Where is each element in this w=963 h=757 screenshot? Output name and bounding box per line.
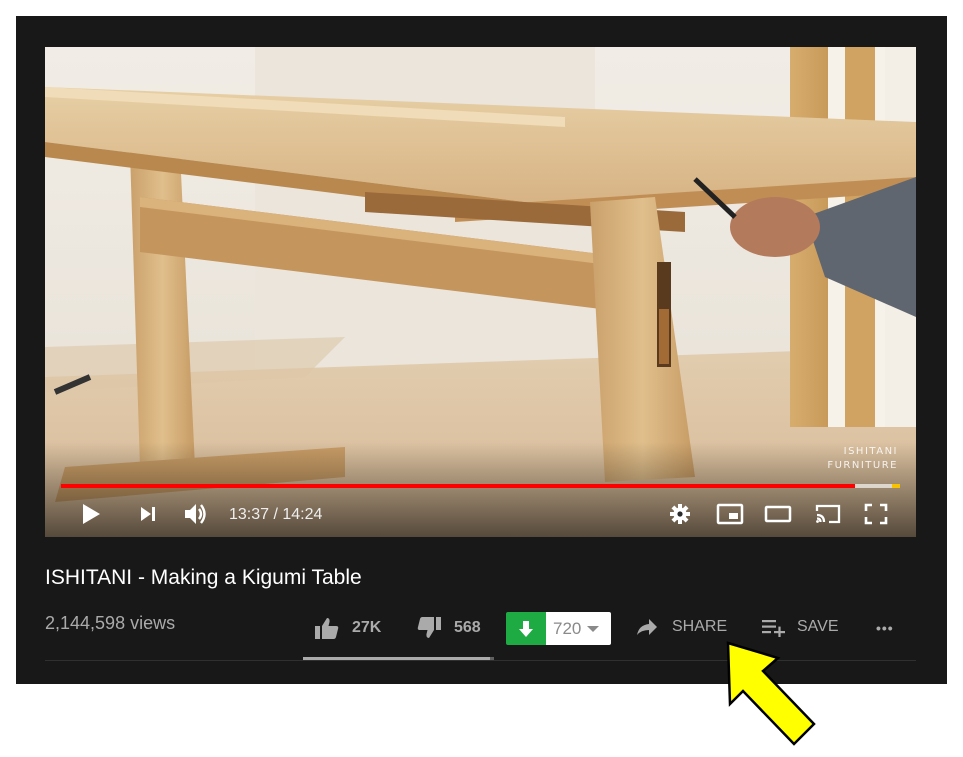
download-arrow-icon	[519, 620, 533, 637]
view-count: 2,144,598 views	[45, 613, 176, 633]
miniplayer-button[interactable]	[715, 499, 745, 529]
more-actions-button[interactable]: •••	[876, 620, 894, 636]
fullscreen-button[interactable]	[861, 499, 891, 529]
more-dots-icon: •••	[876, 620, 894, 636]
progress-bar[interactable]	[61, 484, 900, 488]
cast-button[interactable]	[813, 499, 843, 529]
progress-end-segment	[892, 484, 900, 488]
playlist-add-icon	[762, 620, 785, 637]
like-count: 27K	[352, 619, 382, 636]
chevron-down-icon	[587, 625, 600, 632]
channel-watermark: ISHITANI FURNITURE	[827, 445, 898, 473]
play-icon	[83, 504, 100, 524]
theater-mode-icon	[764, 505, 792, 523]
video-title: ISHITANI - Making a Kigumi Table	[45, 566, 362, 589]
share-arrow-icon	[637, 619, 657, 635]
share-label: SHARE	[672, 618, 728, 635]
download-arrow-box	[506, 612, 546, 645]
dislike-button[interactable]: 568	[416, 616, 481, 640]
fullscreen-icon	[864, 503, 888, 525]
download-count: 720	[553, 618, 582, 638]
gear-icon	[670, 504, 690, 524]
video-player[interactable]: ISHITANI FURNITURE 13:37 / 14:24	[45, 47, 916, 537]
time-display: 13:37 / 14:24	[229, 506, 323, 523]
next-button[interactable]	[133, 499, 163, 529]
share-button[interactable]: SHARE	[636, 617, 727, 637]
watermark-line-2: FURNITURE	[827, 460, 898, 471]
play-button[interactable]	[76, 499, 106, 529]
annotation-arrow-icon	[726, 641, 816, 746]
youtube-watch-panel: ISHITANI FURNITURE 13:37 / 14:24 ISHITAN…	[16, 16, 947, 684]
volume-button[interactable]	[181, 499, 211, 529]
settings-button[interactable]	[665, 499, 695, 529]
miniplayer-icon	[716, 503, 744, 525]
thumbs-up-icon	[315, 618, 339, 639]
download-button[interactable]: 720	[506, 612, 611, 645]
progress-played	[61, 484, 855, 488]
save-label: SAVE	[797, 618, 839, 635]
like-button[interactable]: 27K	[314, 616, 381, 640]
thumbs-down-icon	[417, 617, 441, 638]
volume-icon	[185, 504, 206, 524]
next-icon	[141, 507, 155, 521]
watermark-line-1: ISHITANI	[843, 446, 898, 457]
cast-icon	[815, 504, 841, 524]
player-controls: 13:37 / 14:24	[45, 495, 916, 533]
theater-mode-button[interactable]	[763, 499, 793, 529]
dislike-count: 568	[454, 619, 481, 636]
download-count-box: 720	[546, 612, 611, 645]
save-button[interactable]: SAVE	[761, 617, 839, 637]
